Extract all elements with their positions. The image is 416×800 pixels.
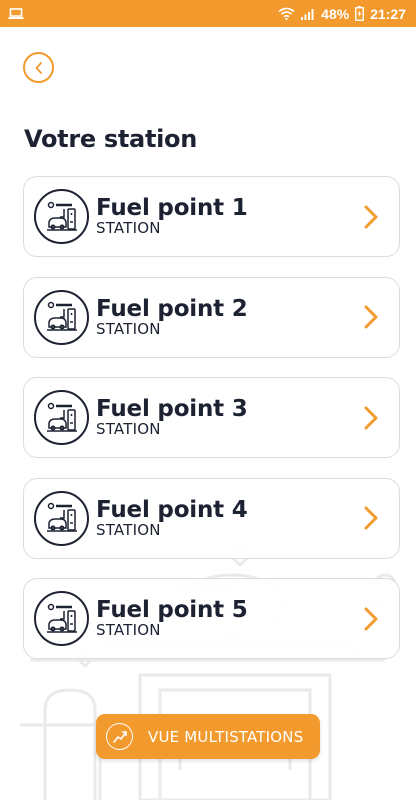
station-card-4[interactable]: Fuel point 4 STATION <box>23 477 400 559</box>
multistations-button[interactable]: VUE MULTISTATIONS <box>96 714 320 759</box>
station-name: Fuel point 5 <box>96 597 248 623</box>
chevron-left-icon <box>34 61 44 74</box>
chevron-right-icon <box>361 404 381 432</box>
station-subtitle: STATION <box>96 420 161 438</box>
station-list: Fuel point 1 STATION Fuel point 2 STATIO… <box>23 176 400 679</box>
page-title: Votre station <box>24 125 198 153</box>
status-bar: 48% 21:27 <box>0 0 416 27</box>
multistations-label: VUE MULTISTATIONS <box>148 727 304 746</box>
gas-station-icon <box>34 490 89 546</box>
station-text: Fuel point 1 STATION <box>96 196 248 237</box>
gas-station-icon <box>34 289 89 345</box>
station-card-3[interactable]: Fuel point 3 STATION <box>23 377 400 458</box>
gas-station-icon <box>34 189 89 244</box>
station-subtitle: STATION <box>96 319 161 338</box>
station-name: Fuel point 1 <box>96 195 248 221</box>
station-card-2[interactable]: Fuel point 2 STATION <box>23 276 400 358</box>
chevron-right-icon <box>361 504 381 532</box>
gas-station-icon <box>34 390 89 445</box>
gas-station-icon <box>34 591 89 646</box>
station-text: Fuel point 2 STATION <box>96 297 248 338</box>
station-text: Fuel point 5 STATION <box>96 598 248 639</box>
chevron-right-icon <box>361 203 381 231</box>
station-name: Fuel point 4 <box>96 496 248 523</box>
station-subtitle: STATION <box>96 621 161 639</box>
station-subtitle: STATION <box>96 219 161 237</box>
wifi-icon <box>278 7 295 20</box>
battery-percentage: 48% <box>321 5 350 22</box>
clock: 21:27 <box>370 5 406 22</box>
station-text: Fuel point 3 STATION <box>96 397 248 438</box>
laptop-icon <box>8 7 24 20</box>
station-subtitle: STATION <box>96 520 161 539</box>
station-card-5[interactable]: Fuel point 5 STATION <box>23 578 400 659</box>
status-right: 48% 21:27 <box>278 6 406 22</box>
station-text: Fuel point 4 STATION <box>96 498 248 539</box>
signal-icon <box>301 8 315 20</box>
chevron-right-icon <box>361 605 381 633</box>
trend-chart-icon <box>106 723 133 750</box>
station-name: Fuel point 2 <box>96 295 248 322</box>
back-button[interactable] <box>23 52 54 83</box>
chevron-right-icon <box>361 303 381 331</box>
battery-icon <box>355 6 365 21</box>
station-card-1[interactable]: Fuel point 1 STATION <box>23 176 400 257</box>
station-name: Fuel point 3 <box>96 396 248 422</box>
status-left <box>8 7 24 20</box>
